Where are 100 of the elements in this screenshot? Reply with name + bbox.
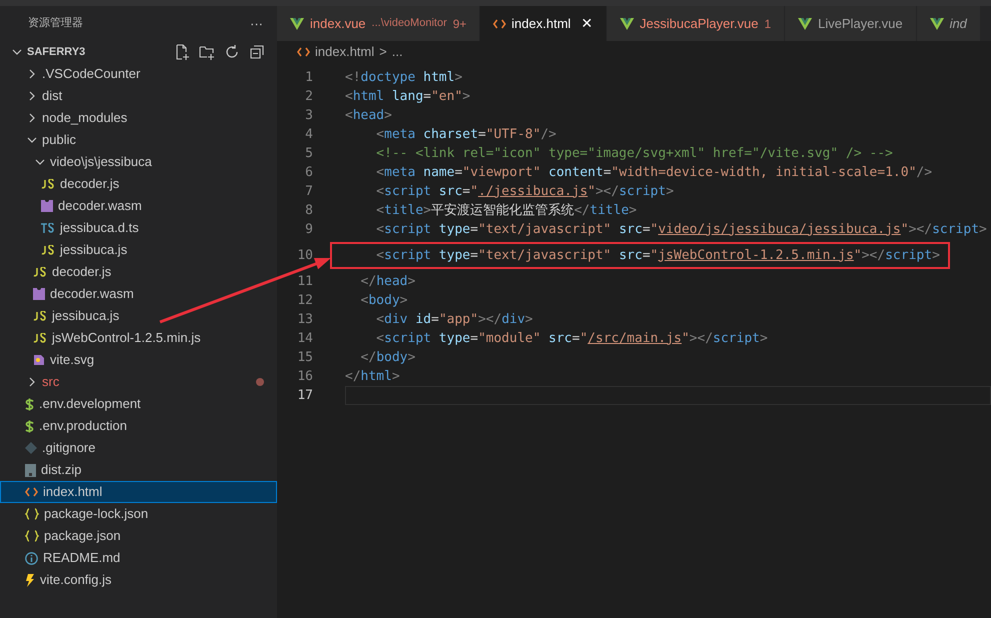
breadcrumb-separator: > [379, 43, 387, 62]
code-line: <!-- <link rel="icon" type="image/svg+xml" href="/vite.svg" /> --> [375, 144, 893, 163]
chevron-right-icon [27, 69, 37, 79]
code-line: <script src="./jessibuca.js"></script> [375, 182, 674, 201]
file-item[interactable]: jessibuca.d.ts [0, 217, 277, 239]
diamond-icon [25, 442, 37, 454]
code-line: <body> [360, 292, 408, 310]
file-item[interactable]: decoder.wasm [0, 283, 277, 305]
tab-description: ...\videoMonitor [372, 16, 447, 32]
code-line: <script type="module" src="/src/main.js"></script> [375, 330, 768, 348]
code-brackets-icon [492, 18, 506, 28]
item-label: src [42, 373, 60, 392]
line-number: 6 [304, 164, 313, 182]
item-label: jessibuca.js [60, 241, 128, 260]
folder-item[interactable]: dist [0, 85, 277, 107]
folder-item[interactable]: public [0, 129, 277, 151]
code-line: <script type="text/javascript" src="video/js/jessibuca/jessibuca.js"></script> [375, 220, 987, 239]
file-item[interactable]: vite.config.js [0, 569, 277, 591]
close-icon[interactable]: ✕ [580, 13, 593, 34]
code-line: </html> [345, 368, 400, 386]
folder-item[interactable]: src [0, 371, 277, 393]
v-logo-icon [620, 18, 634, 30]
item-label: decoder.wasm [58, 197, 142, 216]
braces-icon [25, 508, 39, 520]
item-label: .env.production [39, 417, 127, 436]
breadcrumb-file[interactable]: index.html [315, 42, 374, 62]
editor-tab[interactable]: index.vue ...\videoMonitor 9+ [277, 6, 480, 41]
explorer-title: 资源管理器 [28, 15, 83, 32]
project-name[interactable]: SAFERRY3 [27, 44, 86, 60]
folder-item[interactable]: node_modules [0, 107, 277, 129]
line-number: 4 [304, 126, 313, 144]
editor-tab[interactable]: JessibucaPlayer.vue 1 [606, 6, 785, 41]
editor-tab[interactable]: LivePlayer.vue [785, 6, 917, 41]
collapse-all-icon[interactable] [249, 44, 265, 60]
file-item[interactable]: .env.production [0, 415, 277, 437]
line-number: 11 [296, 272, 313, 291]
file-item[interactable]: package-lock.json [0, 503, 277, 525]
file-item[interactable]: dist.zip [0, 459, 277, 481]
line-number: 3 [304, 106, 313, 125]
file-item[interactable]: jessibuca.js [0, 305, 277, 327]
line-number: 15 [296, 348, 313, 367]
ts-file-icon [41, 223, 55, 233]
folder-item[interactable]: .VSCodeCounter [0, 63, 277, 85]
item-label: decoder.js [52, 263, 112, 282]
item-label: .gitignore [42, 439, 96, 458]
folder-item[interactable]: video\js\jessibuca [0, 151, 277, 173]
item-label: decoder.js [60, 175, 120, 194]
v-logo-icon [290, 18, 304, 30]
file-item[interactable]: decoder.wasm [0, 195, 277, 217]
line-number: 14 [296, 330, 313, 348]
item-label: .VSCodeCounter [42, 65, 140, 84]
archive-file-icon [25, 464, 36, 476]
refresh-icon[interactable] [224, 44, 240, 60]
chevron-right-icon [27, 91, 37, 101]
code-line: </head> [360, 272, 416, 291]
dollar-icon [25, 420, 34, 432]
file-item[interactable]: .gitignore [0, 437, 277, 459]
item-label: .env.development [39, 395, 141, 414]
code-line: <head> [345, 106, 392, 125]
code-line: <div id="app"></div> [375, 310, 533, 329]
dollar-icon [25, 398, 34, 410]
line-number: 9 [304, 220, 313, 239]
file-item[interactable]: index.html [0, 481, 277, 503]
js-file-icon [33, 333, 47, 343]
file-item[interactable]: .env.development [0, 393, 277, 415]
item-label: package.json [44, 527, 121, 546]
code-line: <title>平安渡运智能化监管系统</title> [375, 202, 637, 220]
file-item[interactable]: jessibuca.js [0, 239, 277, 261]
info-icon [25, 552, 38, 564]
v-logo-icon [798, 18, 812, 30]
file-item[interactable]: decoder.js [0, 173, 277, 195]
item-label: vite.svg [50, 351, 94, 370]
line-number: 7 [304, 182, 313, 201]
more-button[interactable]: ··· [250, 17, 263, 30]
editor-tab[interactable]: ind [916, 6, 981, 41]
file-item[interactable]: jsWebControl-1.2.5.min.js [0, 327, 277, 349]
item-label: public [42, 131, 76, 150]
wasm-file-icon [33, 288, 45, 300]
new-file-icon[interactable] [174, 44, 190, 60]
file-item[interactable]: decoder.js [0, 261, 277, 283]
item-label: jessibuca.js [52, 307, 120, 326]
item-label: dist.zip [41, 461, 82, 480]
line-number: 10 [296, 246, 313, 265]
chevron-down-icon [35, 157, 45, 167]
file-item[interactable]: README.md [0, 547, 277, 569]
problem-count: 9+ [452, 16, 467, 32]
line-number: 17 [296, 386, 313, 405]
new-folder-icon[interactable] [199, 44, 215, 60]
file-item[interactable]: package.json [0, 525, 277, 547]
problem-count: 1 [764, 16, 771, 32]
editor-tab[interactable]: index.html ✕ [480, 6, 607, 41]
js-file-icon [33, 267, 47, 277]
breadcrumb-item[interactable]: ... [392, 42, 403, 62]
code-line: <!doctype html> [345, 68, 462, 87]
file-item[interactable]: vite.svg [0, 349, 277, 371]
v-logo-icon [930, 18, 944, 30]
line-number: 2 [304, 88, 313, 106]
code-line: </body> [360, 348, 416, 367]
item-label: vite.config.js [40, 571, 112, 590]
code-line: <meta charset="UTF-8"/> [375, 126, 556, 144]
